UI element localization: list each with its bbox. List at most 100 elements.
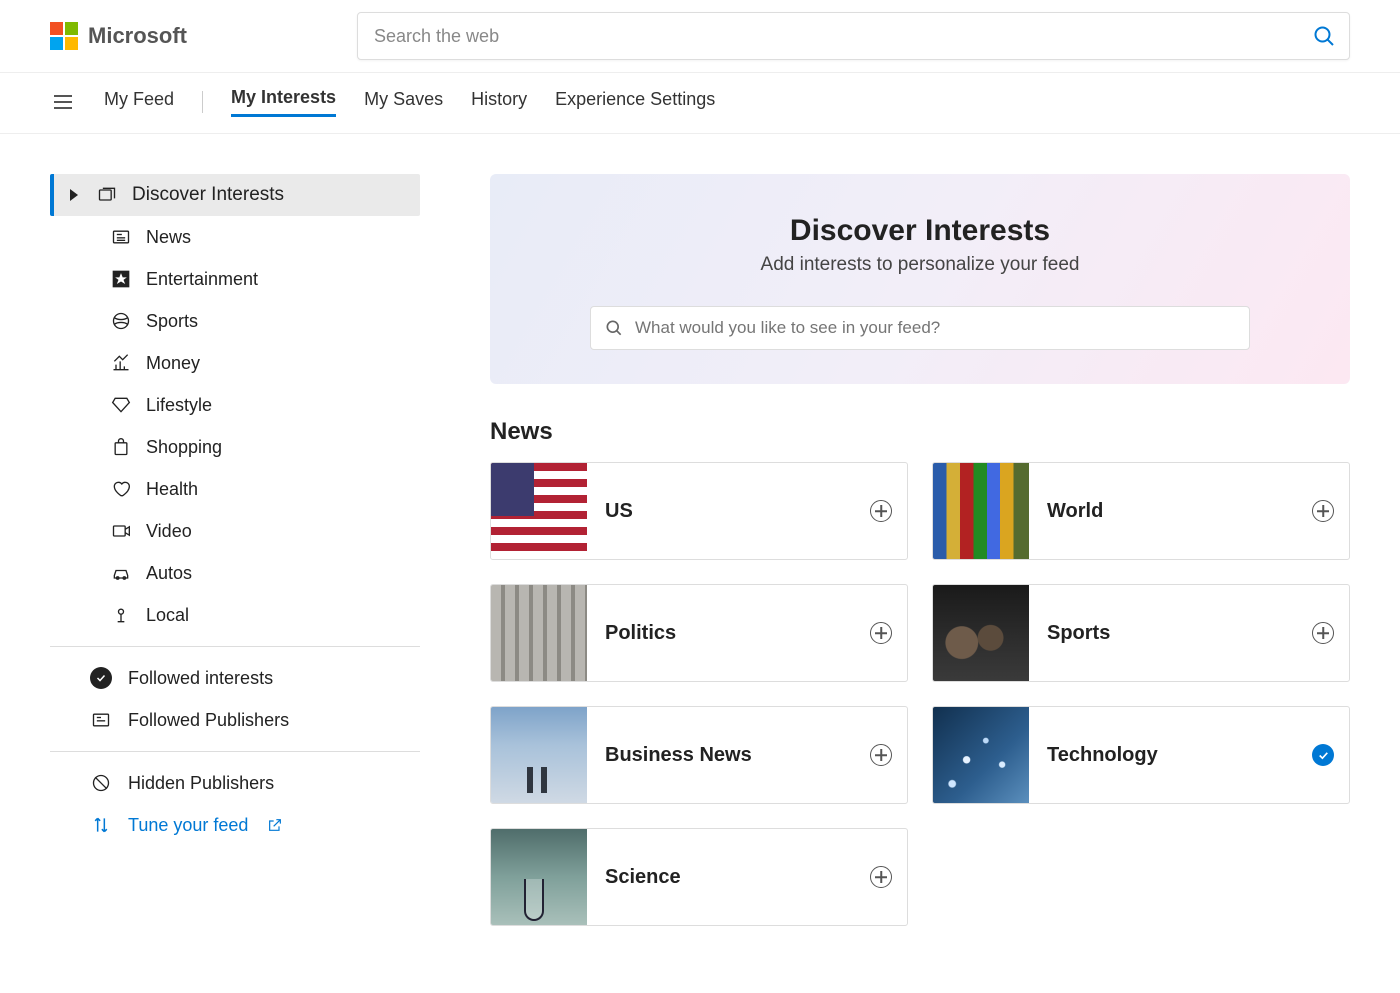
- sidebar-followed-publishers[interactable]: Followed Publishers: [50, 699, 420, 741]
- card-thumb: [491, 829, 587, 925]
- interest-search: [590, 306, 1250, 350]
- plus-icon: [1312, 622, 1334, 644]
- card-thumb: [491, 707, 587, 803]
- content: Discover Interests Add interests to pers…: [490, 174, 1350, 926]
- sidebar-item-lifestyle[interactable]: Lifestyle: [50, 384, 420, 426]
- chevron-right-icon: [70, 189, 78, 201]
- plus-icon: [870, 866, 892, 888]
- add-interest-button[interactable]: [1297, 622, 1349, 644]
- sidebar-item-label: Sports: [146, 311, 198, 332]
- interest-search-input[interactable]: [590, 306, 1250, 350]
- header: Microsoft: [0, 0, 1400, 73]
- sidebar-item-label: Entertainment: [146, 269, 258, 290]
- interest-card[interactable]: Technology: [932, 706, 1350, 804]
- heart-icon: [110, 478, 132, 500]
- search-button[interactable]: [1306, 18, 1342, 54]
- add-interest-button[interactable]: [855, 500, 907, 522]
- menu-button[interactable]: [50, 91, 76, 113]
- sidebar-item-video[interactable]: Video: [50, 510, 420, 552]
- sidebar-sub-label: Followed Publishers: [128, 710, 289, 731]
- nav-divider: [202, 91, 203, 113]
- video-icon: [110, 520, 132, 542]
- search-input[interactable]: [357, 12, 1350, 60]
- plus-icon: [1312, 500, 1334, 522]
- card-label: Business News: [587, 744, 855, 767]
- check-badge-icon: [90, 667, 112, 689]
- plus-icon: [870, 744, 892, 766]
- sidebar-sub-label: Hidden Publishers: [128, 773, 274, 794]
- card-thumb: [933, 585, 1029, 681]
- hero-title: Discover Interests: [520, 214, 1320, 248]
- interest-card[interactable]: Sports: [932, 584, 1350, 682]
- sidebar-item-label: Shopping: [146, 437, 222, 458]
- interest-grid: US World Politics Sports Business News Techno…: [490, 462, 1350, 926]
- sidebar-item-label: Lifestyle: [146, 395, 212, 416]
- interest-card[interactable]: World: [932, 462, 1350, 560]
- card-label: Sports: [1029, 622, 1297, 645]
- sidebar-divider: [50, 751, 420, 752]
- sidebar-item-entertainment[interactable]: Entertainment: [50, 258, 420, 300]
- block-icon: [90, 772, 112, 794]
- plus-icon: [870, 500, 892, 522]
- pin-icon: [110, 604, 132, 626]
- search-bar: [357, 12, 1350, 60]
- sidebar-sub-label: Followed interests: [128, 668, 273, 689]
- followed-button[interactable]: [1297, 744, 1349, 766]
- microsoft-logo-icon: [50, 22, 78, 50]
- section-title: News: [490, 418, 1350, 446]
- sidebar-item-sports[interactable]: Sports: [50, 300, 420, 342]
- brand-logo[interactable]: Microsoft: [50, 22, 187, 50]
- nav-my-saves[interactable]: My Saves: [364, 89, 443, 116]
- nav-history[interactable]: History: [471, 89, 527, 116]
- sidebar-item-label: News: [146, 227, 191, 248]
- interest-card[interactable]: Politics: [490, 584, 908, 682]
- nav-my-feed[interactable]: My Feed: [104, 89, 174, 116]
- card-thumb: [933, 463, 1029, 559]
- bag-icon: [110, 436, 132, 458]
- search-icon: [1312, 24, 1336, 48]
- primary-nav: My Feed My Interests My Saves History Ex…: [0, 73, 1400, 134]
- add-interest-button[interactable]: [855, 866, 907, 888]
- diamond-icon: [110, 394, 132, 416]
- sidebar-discover-interests[interactable]: Discover Interests: [50, 174, 420, 216]
- tune-icon: [90, 814, 112, 836]
- add-interest-button[interactable]: [1297, 500, 1349, 522]
- nav-experience-settings[interactable]: Experience Settings: [555, 89, 715, 116]
- hero-subtitle: Add interests to personalize your feed: [520, 254, 1320, 276]
- interest-card[interactable]: Business News: [490, 706, 908, 804]
- sidebar-item-money[interactable]: Money: [50, 342, 420, 384]
- sidebar: Discover Interests News Entertainment Sp…: [50, 174, 420, 926]
- chart-icon: [110, 352, 132, 374]
- card-label: US: [587, 500, 855, 523]
- external-link-icon: [264, 814, 286, 836]
- interest-card[interactable]: US: [490, 462, 908, 560]
- sidebar-item-label: Health: [146, 479, 198, 500]
- car-icon: [110, 562, 132, 584]
- sidebar-item-news[interactable]: News: [50, 216, 420, 258]
- sidebar-hidden-publishers[interactable]: Hidden Publishers: [50, 762, 420, 804]
- sidebar-divider: [50, 646, 420, 647]
- sidebar-followed-interests[interactable]: Followed interests: [50, 657, 420, 699]
- sidebar-item-local[interactable]: Local: [50, 594, 420, 636]
- cards-icon: [96, 184, 118, 206]
- card-thumb: [491, 585, 587, 681]
- sidebar-item-health[interactable]: Health: [50, 468, 420, 510]
- sidebar-item-autos[interactable]: Autos: [50, 552, 420, 594]
- sidebar-item-label: Video: [146, 521, 192, 542]
- sidebar-tune-feed[interactable]: Tune your feed: [50, 804, 420, 846]
- card-label: Science: [587, 866, 855, 889]
- publishers-icon: [90, 709, 112, 731]
- sidebar-item-shopping[interactable]: Shopping: [50, 426, 420, 468]
- add-interest-button[interactable]: [855, 622, 907, 644]
- check-icon: [1312, 744, 1334, 766]
- card-label: World: [1029, 500, 1297, 523]
- sidebar-item-label: Local: [146, 605, 189, 626]
- nav-my-interests[interactable]: My Interests: [231, 87, 336, 117]
- search-icon: [604, 318, 624, 338]
- card-thumb: [491, 463, 587, 559]
- add-interest-button[interactable]: [855, 744, 907, 766]
- ball-icon: [110, 310, 132, 332]
- sidebar-sub-label: Tune your feed: [128, 815, 248, 836]
- interest-card[interactable]: Science: [490, 828, 908, 926]
- sidebar-label: Discover Interests: [132, 184, 284, 206]
